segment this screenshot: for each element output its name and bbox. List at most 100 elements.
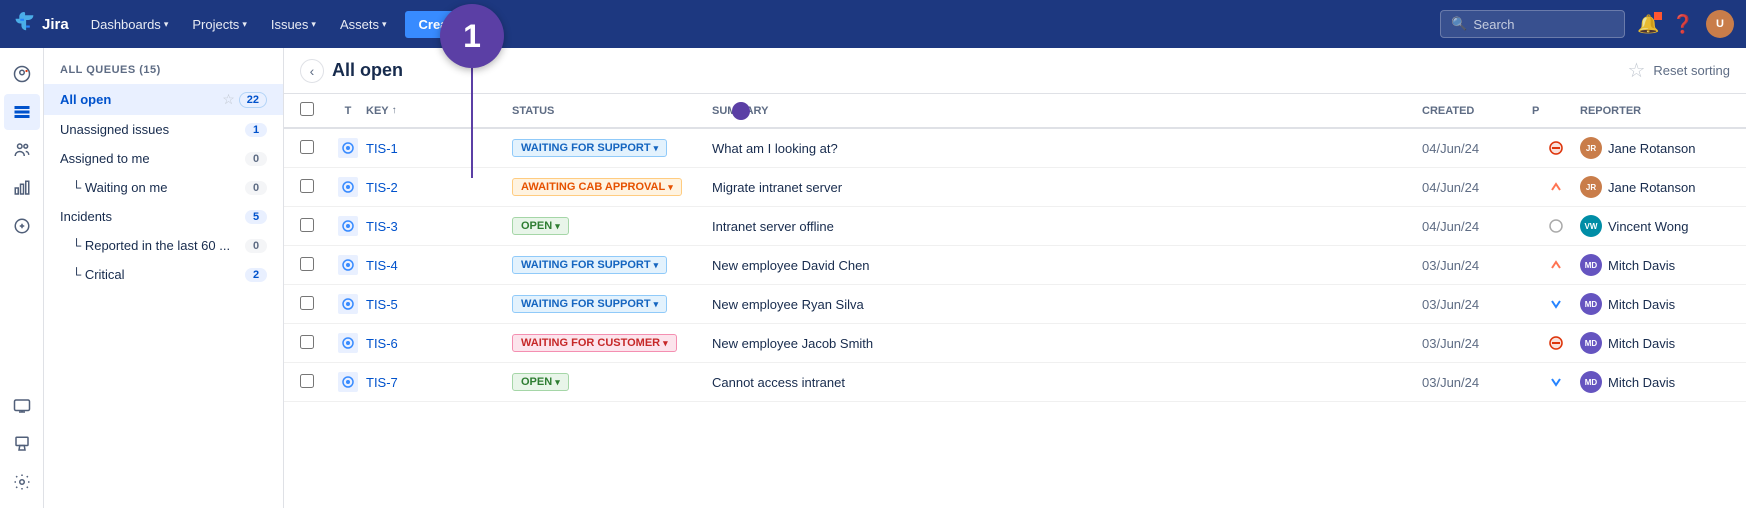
queue-item-incidents[interactable]: Incidents 5 (44, 202, 283, 231)
reporter-avatar: MD (1580, 293, 1602, 315)
issue-key-link[interactable]: TIS-2 (366, 180, 398, 195)
chevron-down-icon: ▾ (311, 19, 316, 30)
row-summary: Migrate intranet server (712, 180, 1422, 195)
row-priority (1532, 179, 1580, 195)
issue-key-link[interactable]: TIS-5 (366, 297, 398, 312)
content-header-right: ☆ Reset sorting (1627, 58, 1730, 83)
sidebar-icon-people[interactable] (4, 132, 40, 168)
status-badge[interactable]: AWAITING CAB APPROVAL ▾ (512, 178, 682, 196)
queue-item-assigned-to-me[interactable]: Assigned to me 0 (44, 144, 283, 173)
row-checkbox[interactable] (300, 296, 314, 310)
row-created: 03/Jun/24 (1422, 258, 1532, 273)
queue-item-label: └ Reported in the last 60 ... (72, 238, 245, 253)
col-status-header: Status (512, 105, 712, 117)
row-type-cell (330, 177, 366, 197)
table-area: Sorted A → Z T Key ↑ Status Summary Crea… (284, 94, 1746, 508)
status-badge[interactable]: OPEN ▾ (512, 373, 569, 391)
queue-item-critical[interactable]: └ Critical 2 (44, 260, 283, 289)
status-badge[interactable]: WAITING FOR CUSTOMER ▾ (512, 334, 677, 352)
nav-projects[interactable]: Projects ▾ (182, 11, 257, 38)
row-type-cell (330, 294, 366, 314)
status-badge[interactable]: WAITING FOR SUPPORT ▾ (512, 295, 667, 313)
table-row: TIS-1 WAITING FOR SUPPORT ▾ What am I lo… (284, 129, 1746, 168)
row-checkbox[interactable] (300, 179, 314, 193)
reporter-name: Mitch Davis (1608, 336, 1675, 351)
row-key[interactable]: TIS-4 (366, 258, 476, 273)
queue-item-unassigned[interactable]: Unassigned issues 1 (44, 115, 283, 144)
row-key[interactable]: TIS-5 (366, 297, 476, 312)
issue-key-link[interactable]: TIS-7 (366, 375, 398, 390)
row-checkbox[interactable] (300, 218, 314, 232)
table-row: TIS-3 OPEN ▾ Intranet server offline 04/… (284, 207, 1746, 246)
status-badge[interactable]: WAITING FOR SUPPORT ▾ (512, 256, 667, 274)
row-status-cell: WAITING FOR SUPPORT ▾ (512, 295, 712, 313)
col-key-header[interactable]: Key ↑ (366, 105, 476, 117)
queue-count: 0 (245, 239, 267, 253)
nav-assets[interactable]: Assets ▾ (330, 11, 397, 38)
sidebar-icon-monitor[interactable] (4, 388, 40, 424)
reporter-name: Jane Rotanson (1608, 180, 1695, 195)
chevron-down-icon: ▾ (654, 260, 659, 271)
table-row: TIS-7 OPEN ▾ Cannot access intranet 03/J… (284, 363, 1746, 402)
status-badge[interactable]: WAITING FOR SUPPORT ▾ (512, 139, 667, 157)
queue-sidebar: ALL QUEUES (15) All open ☆ 22 Unassigned… (44, 48, 284, 508)
table-row: TIS-2 AWAITING CAB APPROVAL ▾ Migrate in… (284, 168, 1746, 207)
chevron-down-icon: ▾ (555, 377, 560, 388)
type-icon (338, 255, 358, 275)
user-avatar[interactable]: U (1706, 10, 1734, 38)
tutorial-connector-dot (732, 102, 750, 120)
queue-item-label: Incidents (60, 209, 245, 224)
queue-item-reported-last-60[interactable]: └ Reported in the last 60 ... 0 (44, 231, 283, 260)
row-checkbox[interactable] (300, 140, 314, 154)
row-reporter: JR Jane Rotanson (1580, 137, 1730, 159)
sidebar-icon-connect[interactable] (4, 208, 40, 244)
search-box[interactable]: 🔍 Search (1440, 10, 1625, 38)
sidebar-icon-home[interactable] (4, 56, 40, 92)
row-key[interactable]: TIS-2 (366, 180, 476, 195)
queue-item-all-open[interactable]: All open ☆ 22 (44, 84, 283, 115)
help-icon[interactable]: ❓ (1672, 14, 1694, 35)
queue-count: 0 (245, 181, 267, 195)
col-summary-header: Summary (712, 105, 1422, 117)
issue-key-link[interactable]: TIS-1 (366, 141, 398, 156)
type-icon (338, 294, 358, 314)
notifications-icon[interactable]: 🔔 (1637, 14, 1659, 35)
star-icon[interactable]: ☆ (1627, 58, 1645, 83)
row-key[interactable]: TIS-1 (366, 141, 476, 156)
queue-sidebar-header: ALL QUEUES (15) (44, 60, 283, 84)
select-all-checkbox-cell (300, 102, 330, 119)
table-header: Sorted A → Z T Key ↑ Status Summary Crea… (284, 94, 1746, 129)
sidebar-icon-settings[interactable] (4, 464, 40, 500)
col-reporter-header: Reporter (1580, 105, 1730, 117)
row-reporter: MD Mitch Davis (1580, 332, 1730, 354)
reset-sorting-button[interactable]: Reset sorting (1653, 63, 1730, 78)
queue-item-label: Assigned to me (60, 151, 245, 166)
sidebar-icon-chart[interactable] (4, 170, 40, 206)
issue-key-link[interactable]: TIS-3 (366, 219, 398, 234)
row-checkbox[interactable] (300, 257, 314, 271)
reporter-name: Mitch Davis (1608, 258, 1675, 273)
issue-key-link[interactable]: TIS-6 (366, 336, 398, 351)
nav-dashboards[interactable]: Dashboards ▾ (81, 11, 179, 38)
issue-key-link[interactable]: TIS-4 (366, 258, 398, 273)
collapse-button[interactable]: ‹ (300, 59, 324, 83)
queue-item-label: └ Waiting on me (72, 180, 245, 195)
select-all-checkbox[interactable] (300, 102, 314, 116)
status-badge[interactable]: OPEN ▾ (512, 217, 569, 235)
row-key[interactable]: TIS-6 (366, 336, 476, 351)
row-checkbox[interactable] (300, 335, 314, 349)
nav-issues[interactable]: Issues ▾ (261, 11, 326, 38)
sidebar-icon-queue[interactable] (4, 94, 40, 130)
jira-logo[interactable]: Jira (12, 12, 69, 36)
star-icon[interactable]: ☆ (222, 91, 235, 108)
row-checkbox[interactable] (300, 374, 314, 388)
search-icon: 🔍 (1451, 16, 1467, 32)
row-key[interactable]: TIS-7 (366, 375, 476, 390)
sidebar-icon-desktop[interactable] (4, 426, 40, 462)
row-summary: New employee Jacob Smith (712, 336, 1422, 351)
row-key[interactable]: TIS-3 (366, 219, 476, 234)
reporter-avatar: JR (1580, 137, 1602, 159)
queue-item-waiting-on-me[interactable]: └ Waiting on me 0 (44, 173, 283, 202)
row-checkbox-cell (300, 140, 330, 157)
row-priority (1532, 257, 1580, 273)
